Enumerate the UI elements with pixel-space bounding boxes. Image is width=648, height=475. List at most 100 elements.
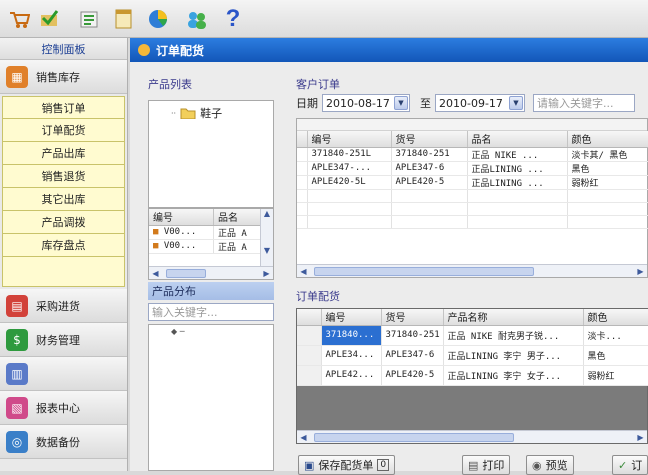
distribution-label: 产品分布	[152, 285, 196, 298]
table-row[interactable]: APLE42... APLE420-5 正品LINING 李宁 女子... 弱粉红	[297, 365, 648, 386]
column-header[interactable]: 品名	[213, 209, 262, 226]
nav-item-product-outbound[interactable]: 产品出库	[2, 142, 125, 165]
check-icon[interactable]	[36, 5, 62, 33]
control-panel-sidebar: 控制面板 ▦ 销售库存 销售订单 订单配货 产品出库 销售退货 其它出库 产品调…	[0, 38, 128, 471]
users-icon[interactable]	[184, 5, 210, 33]
scroll-left-icon[interactable]: ◀	[297, 265, 310, 278]
nav-group-reports[interactable]: ▧ 报表中心	[0, 391, 127, 425]
pie-icon[interactable]	[146, 5, 172, 33]
cell-selected[interactable]: 371840...	[321, 325, 382, 346]
tree-node-label: 鞋子	[200, 107, 223, 120]
column-header[interactable]: 产品名称	[443, 309, 584, 326]
folder-icon	[180, 108, 196, 119]
order-button[interactable]: ✓ 订	[612, 455, 648, 475]
column-header[interactable]: 货号	[391, 131, 468, 148]
sales-icon: ▦	[6, 65, 28, 88]
cell: 正品 NIKE ...	[467, 147, 568, 162]
nav-group-backup[interactable]: ◎ 数据备份	[0, 425, 127, 459]
nav-item-order-allocation[interactable]: 订单配货	[2, 119, 125, 142]
table-row[interactable]: APLE347-... APLE347-6 正品LINING ... 黑色	[297, 161, 648, 176]
tree-node-shoes[interactable]: ·· 鞋子	[149, 101, 273, 121]
nav-item-product-transfer[interactable]: 产品调拨	[2, 211, 125, 234]
date-to-picker[interactable]: 2010-09-17 ▼	[435, 94, 525, 112]
table-row-empty	[297, 189, 648, 203]
nav-group-label: 财务管理	[36, 333, 80, 347]
product-grid: 编号 品名 ■ V00... 正品 A ■ V00... 正品 A ▲ ▼ ◀ ▶	[148, 208, 274, 280]
horizontal-scrollbar[interactable]: ◀ ▶	[297, 430, 647, 443]
tree-root[interactable]: ◆ ─	[149, 325, 273, 336]
cell: 371840-251	[381, 325, 444, 346]
column-header[interactable]: 颜色	[583, 309, 648, 326]
chevron-down-icon[interactable]: ▼	[509, 96, 523, 110]
table-row[interactable]: ■ V00... 正品 A	[149, 225, 262, 240]
table-row[interactable]: APLE34... APLE347-6 正品LINING 李宁 男子... 黑色	[297, 345, 648, 366]
chevron-down-icon[interactable]: ▼	[394, 96, 408, 110]
column-header[interactable]: 货号	[381, 309, 444, 326]
cell: APLE420-5	[391, 175, 468, 190]
scroll-thumb[interactable]	[166, 268, 206, 278]
horizontal-scrollbar[interactable]: ◀ ▶	[297, 264, 647, 277]
search-placeholder: 输入关键字...	[152, 306, 218, 319]
list-icon[interactable]	[76, 5, 102, 33]
cell: 弱粉红	[567, 175, 648, 190]
cell: 弱粉红	[583, 365, 648, 386]
order-search-input[interactable]: 请输入关键字...	[533, 94, 635, 112]
nav-group-purchasing[interactable]: ▤ 采购进货	[0, 289, 127, 323]
nav-sub-filler	[2, 257, 125, 287]
cell: 淡卡...	[583, 325, 648, 346]
help-icon[interactable]: ?	[220, 5, 246, 33]
vertical-scrollbar[interactable]: ▲ ▼	[260, 209, 273, 267]
cell: APLE42...	[321, 365, 382, 386]
table-row[interactable]: APLE420-5L APLE420-5 正品LINING ... 弱粉红	[297, 175, 648, 190]
nav-item-stock-count[interactable]: 库存盘点	[2, 234, 125, 257]
date-from-picker[interactable]: 2010-08-17 ▼	[322, 94, 410, 112]
column-header[interactable]: 品名	[467, 131, 568, 148]
orders-grid: 编号 货号 品名 颜色 371840-251L 371840-251 正品 NIKE ..…	[296, 118, 648, 278]
box-icon: ■	[153, 241, 159, 251]
nav-item-other-outbound[interactable]: 其它出库	[2, 188, 125, 211]
nav-group-chart[interactable]: ▥	[0, 357, 127, 391]
nav-item-sales-return[interactable]: 销售退货	[2, 165, 125, 188]
cell: 正品 A	[213, 239, 262, 254]
nav-group-sales-inventory[interactable]: ▦ 销售库存	[0, 60, 127, 94]
purchase-icon: ▤	[6, 294, 28, 317]
column-header[interactable]: 颜色	[567, 131, 648, 148]
cart-icon[interactable]	[6, 5, 32, 33]
cell: 371840-251	[391, 147, 468, 162]
print-button[interactable]: ▤ 打印	[462, 455, 511, 475]
column-header[interactable]: 编号	[321, 309, 382, 326]
scroll-left-icon[interactable]: ◀	[149, 267, 162, 280]
save-allocation-button[interactable]: ▣ 保存配货单 0	[298, 455, 396, 475]
book-icon[interactable]	[110, 5, 136, 33]
nav-group-finance[interactable]: $ 财务管理	[0, 323, 127, 357]
column-header[interactable]: 编号	[307, 131, 392, 148]
preview-button[interactable]: ◉ 预览	[526, 455, 574, 475]
nav-item-sales-order[interactable]: 销售订单	[2, 96, 125, 119]
table-row-empty	[297, 202, 648, 216]
distribution-search-input[interactable]: 输入关键字...	[148, 303, 274, 321]
allocation-grid: 编号 货号 产品名称 颜色 371840... 371840-251 正品 NIKE 耐克…	[296, 308, 648, 444]
preview-icon: ◉	[532, 458, 542, 472]
scroll-left-icon[interactable]: ◀	[297, 431, 310, 444]
column-header[interactable]: 编号	[149, 209, 214, 226]
table-row[interactable]: 371840... 371840-251 正品 NIKE 耐克男子锐... 淡卡...	[297, 325, 648, 346]
toolbar: ?	[0, 0, 648, 38]
table-row[interactable]: ■ V00... 正品 A	[149, 239, 262, 254]
date-to-value: 2010-09-17	[439, 96, 503, 110]
scroll-right-icon[interactable]: ▶	[634, 265, 647, 278]
scroll-right-icon[interactable]: ▶	[260, 267, 273, 280]
scroll-thumb[interactable]	[314, 432, 514, 442]
cell: 正品LINING ...	[467, 161, 568, 176]
nav-group-label: 报表中心	[36, 401, 80, 415]
table-row-empty	[297, 215, 648, 229]
nav-group-label: 数据备份	[36, 435, 80, 449]
scroll-right-icon[interactable]: ▶	[634, 431, 647, 444]
box-icon: ■	[153, 227, 159, 237]
product-list-label: 产品列表	[148, 78, 192, 91]
order-icon: ✓	[618, 458, 628, 472]
product-tree: ·· 鞋子	[148, 100, 274, 208]
scroll-thumb[interactable]	[314, 266, 534, 276]
cell: V00...	[163, 227, 197, 237]
table-row[interactable]: 371840-251L 371840-251 正品 NIKE ... 淡卡其/ 黑色	[297, 147, 648, 162]
horizontal-scrollbar[interactable]: ◀ ▶	[149, 266, 273, 279]
